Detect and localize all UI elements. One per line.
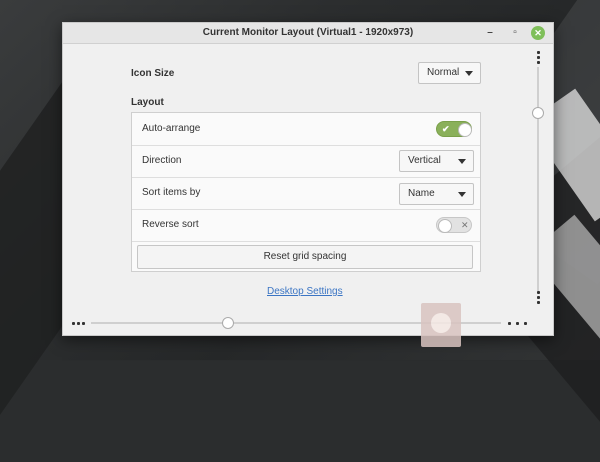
layout-panel: Auto-arrange ✔ Direction Vertical Sort i…: [131, 112, 481, 272]
minimize-button[interactable]: –: [483, 26, 497, 40]
scroll-left-dots-icon: [72, 322, 85, 325]
auto-arrange-label: Auto-arrange: [142, 123, 201, 134]
horizontal-scrollbar-thumb[interactable]: [222, 317, 234, 329]
sort-items-by-label: Sort items by: [142, 187, 201, 198]
avatar-face-icon: [431, 313, 451, 333]
list-item: Reset grid spacing: [132, 241, 480, 273]
vertical-scrollbar-thumb[interactable]: [532, 107, 544, 119]
layout-heading: Layout: [131, 97, 164, 108]
list-item: Sort items by Name: [132, 177, 480, 210]
checkmark-icon: ✔: [442, 124, 450, 134]
reset-grid-spacing-button[interactable]: Reset grid spacing: [137, 245, 473, 269]
close-button[interactable]: ✕: [531, 26, 545, 40]
toggle-knob: [458, 123, 472, 137]
window-title: Current Monitor Layout (Virtual1 - 1920x…: [202, 27, 414, 38]
list-item: Direction Vertical: [132, 145, 480, 178]
auto-arrange-toggle[interactable]: ✔: [436, 121, 472, 137]
sort-items-by-value: Name: [408, 188, 435, 199]
sort-items-by-dropdown[interactable]: Name: [399, 183, 474, 205]
desktop-settings-link[interactable]: Desktop Settings: [267, 286, 343, 297]
maximize-button[interactable]: ▫: [508, 26, 522, 40]
toggle-knob: [438, 219, 452, 233]
reverse-sort-toggle[interactable]: ✕: [436, 217, 472, 233]
x-icon: ✕: [461, 220, 469, 230]
scroll-top-dots-icon: [537, 51, 540, 66]
list-item: Auto-arrange ✔: [132, 113, 480, 146]
direction-label: Direction: [142, 155, 182, 166]
settings-window: Current Monitor Layout (Virtual1 - 1920x…: [62, 22, 554, 336]
window-titlebar[interactable]: Current Monitor Layout (Virtual1 - 1920x…: [63, 23, 553, 44]
chevron-down-icon: [458, 192, 466, 197]
reverse-sort-label: Reverse sort: [142, 219, 199, 230]
scroll-bottom-dots-icon: [537, 291, 540, 306]
list-item: Reverse sort ✕: [132, 209, 480, 242]
chevron-down-icon: [458, 159, 466, 164]
direction-value: Vertical: [408, 155, 441, 166]
icon-size-label: Icon Size: [131, 68, 175, 79]
icon-size-dropdown[interactable]: Normal: [418, 62, 481, 84]
direction-dropdown[interactable]: Vertical: [399, 150, 474, 172]
chevron-down-icon: [465, 71, 473, 76]
vertical-scrollbar-track[interactable]: [537, 67, 539, 291]
scroll-right-dots-icon: [508, 322, 527, 325]
icon-size-value: Normal: [427, 67, 460, 78]
avatar: [421, 303, 461, 347]
